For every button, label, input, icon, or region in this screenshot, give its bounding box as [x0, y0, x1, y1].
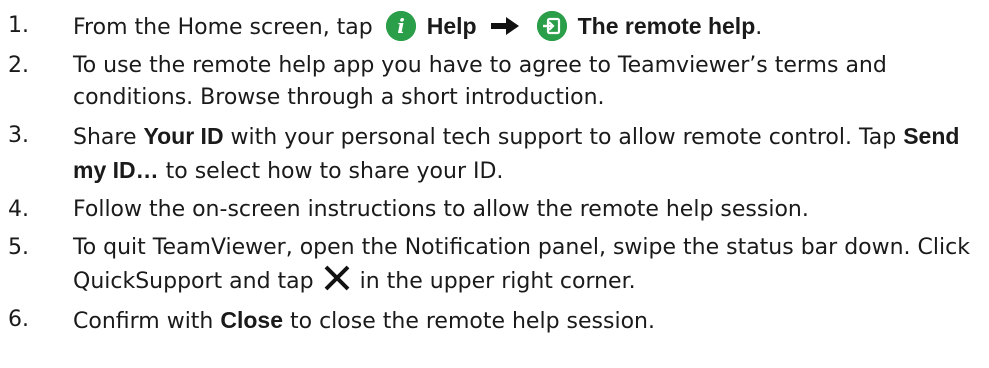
help-label: Help	[426, 13, 477, 39]
step-number: 2.	[8, 53, 29, 78]
step-number: 6.	[8, 307, 29, 332]
remote-help-label: The remote help	[577, 13, 756, 39]
step-text: Follow the on-screen instructions to all…	[73, 197, 809, 222]
step-text: To use the remote help app you have to a…	[73, 53, 887, 110]
svg-text:i: i	[397, 14, 405, 38]
step-text-end: .	[755, 15, 763, 40]
step-number: 1.	[8, 13, 29, 38]
step-1: 1. From the Home screen, tap i Help The …	[0, 10, 973, 44]
step-text: in the upper right corner.	[359, 269, 636, 294]
info-icon: i	[385, 11, 416, 41]
instruction-list: 1. From the Home screen, tap i Help The …	[0, 0, 989, 338]
step-4: 4. Follow the on-screen instructions to …	[0, 194, 973, 226]
close-label: Close	[220, 307, 284, 333]
step-2: 2. To use the remote help app you have t…	[0, 50, 973, 114]
step-text: to close the remote help session.	[283, 309, 655, 334]
your-id-label: Your ID	[143, 123, 224, 149]
step-text: Confirm with	[73, 309, 221, 334]
right-arrow-icon	[490, 14, 520, 35]
step-text: From the Home screen, tap	[73, 15, 373, 40]
step-text: with your personal tech support to allow…	[223, 125, 904, 150]
close-icon	[323, 264, 351, 292]
step-number: 4.	[8, 197, 29, 222]
step-number: 3.	[8, 123, 29, 148]
step-number: 5.	[8, 235, 29, 260]
step-text: Share	[73, 125, 144, 150]
step-5: 5. To quit TeamViewer, open the Notifica…	[0, 232, 973, 298]
exit-icon	[536, 11, 567, 41]
step-text: to select how to share your ID.	[158, 159, 504, 184]
step-6: 6. Confirm with Close to close the remot…	[0, 304, 973, 338]
step-3: 3. Share Your ID with your personal tech…	[0, 120, 973, 188]
